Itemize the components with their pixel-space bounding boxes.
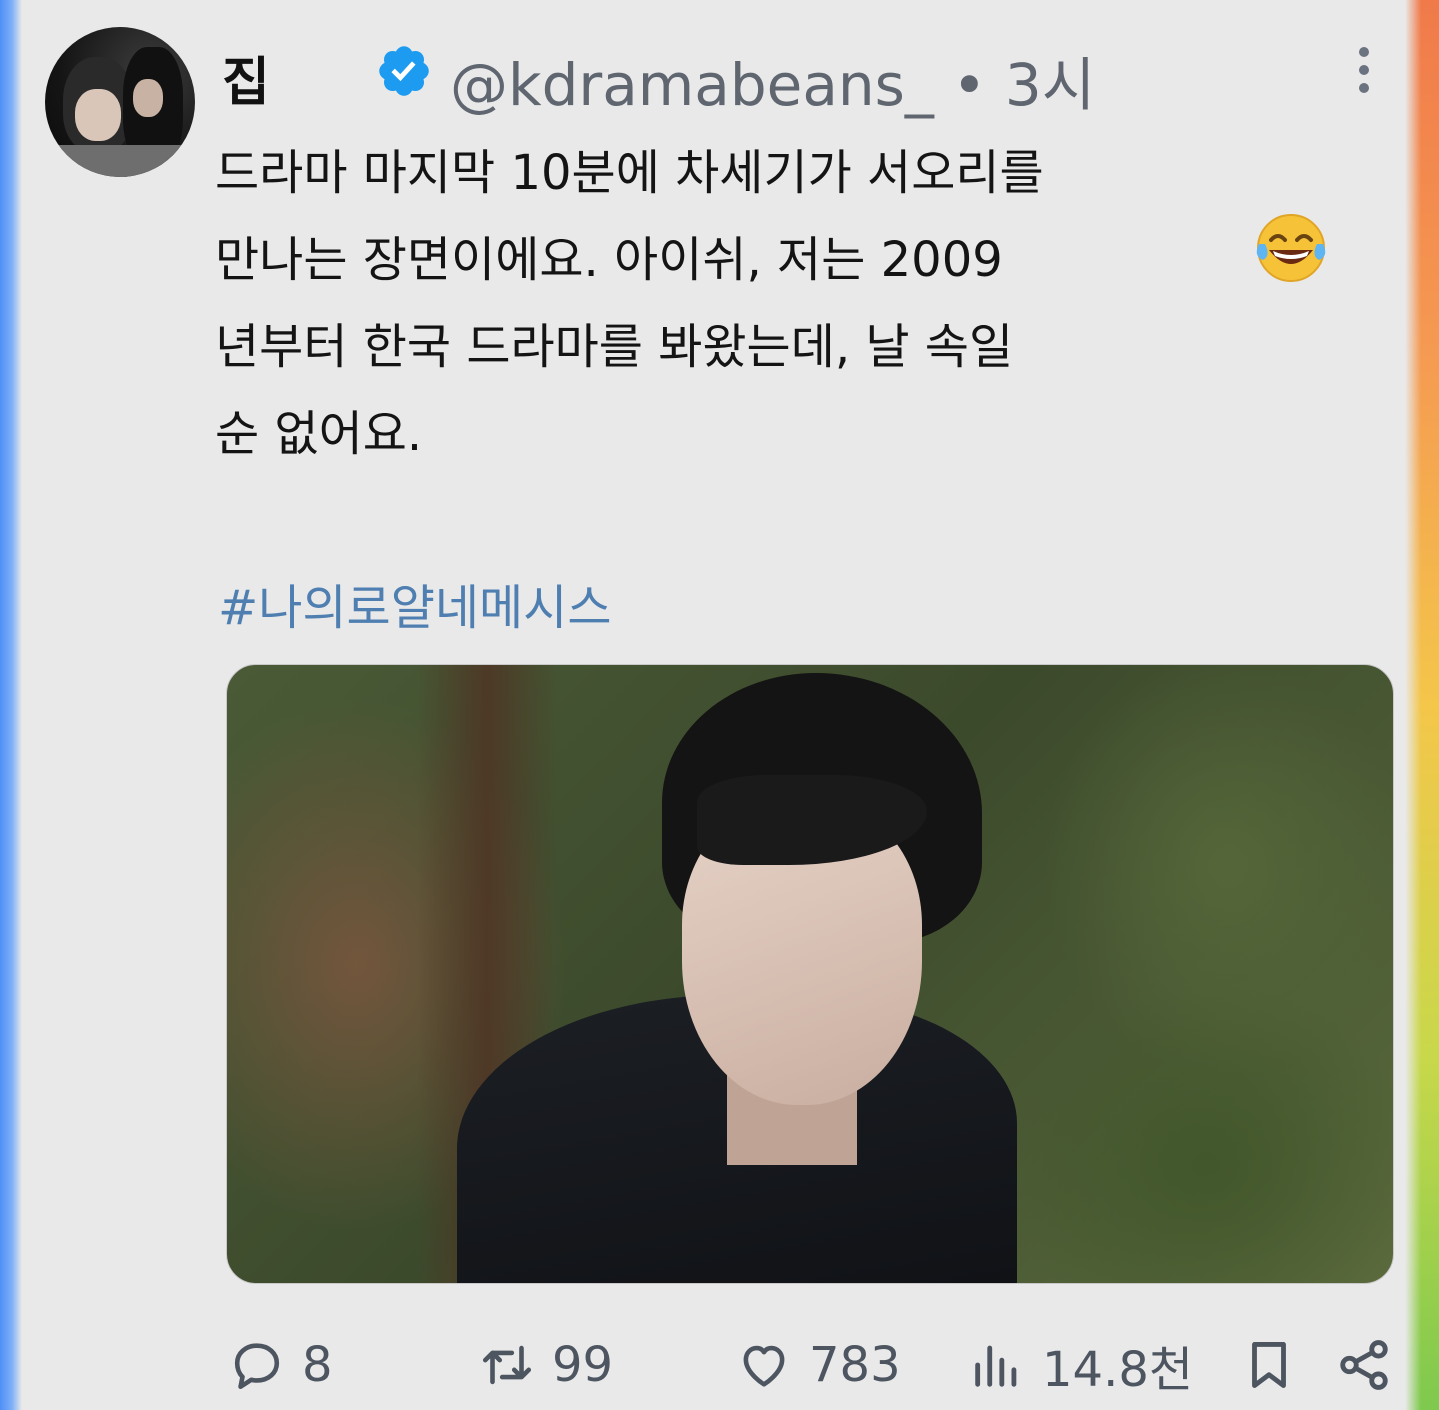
like-icon: [743, 1345, 785, 1387]
display-name[interactable]: 집: [222, 40, 270, 115]
reply-count: 8: [302, 1337, 333, 1393]
like-count: 783: [809, 1337, 901, 1393]
tweet-text: 드라마 마지막 10분에 차세기가 서오리를 만나는 장면이에요. 아이쉬, 저…: [215, 130, 1095, 478]
reply-button[interactable]: 8: [228, 1335, 333, 1395]
views-count: 14.8천: [1042, 1342, 1194, 1398]
retweet-count: 99: [552, 1337, 614, 1393]
more-icon[interactable]: [1350, 44, 1378, 96]
retweet-icon: [482, 1345, 532, 1385]
reply-icon: [234, 1343, 280, 1390]
tweet-action-bar: 8 99 783 14.8천: [0, 1335, 1439, 1398]
tweet-text-line: 만나는 장면이에요. 아이쉬, 저는 2009: [215, 232, 1003, 288]
views-icon: [975, 1345, 1017, 1387]
tweet-text-line: 년부터 한국 드라마를 봐왔는데, 날 속일: [215, 319, 1014, 375]
like-button[interactable]: 783: [735, 1335, 901, 1395]
share-button[interactable]: [1335, 1335, 1393, 1395]
avatar[interactable]: [45, 27, 195, 177]
tweet-media-image[interactable]: [226, 664, 1394, 1284]
views-button[interactable]: 14.8천: [968, 1335, 1193, 1398]
tweet-text-line: 드라마 마지막 10분에 차세기가 서오리를: [215, 145, 1044, 201]
tweet-text-line: 순 없어요.: [215, 406, 423, 462]
left-edge-decoration: [0, 0, 22, 1410]
hashtag-link[interactable]: #나의로얄네메시스: [218, 568, 612, 638]
handle-and-time[interactable]: @kdramabeans_ • 3시: [450, 38, 1095, 122]
bookmark-button[interactable]: [1240, 1335, 1298, 1395]
verified-badge-icon: [379, 46, 429, 96]
tears-of-joy-emoji-icon: [1256, 214, 1326, 282]
share-icon: [1340, 1340, 1388, 1390]
right-edge-decoration: [1405, 0, 1439, 1410]
retweet-button[interactable]: 99: [478, 1335, 613, 1395]
bookmark-icon: [1252, 1342, 1286, 1388]
